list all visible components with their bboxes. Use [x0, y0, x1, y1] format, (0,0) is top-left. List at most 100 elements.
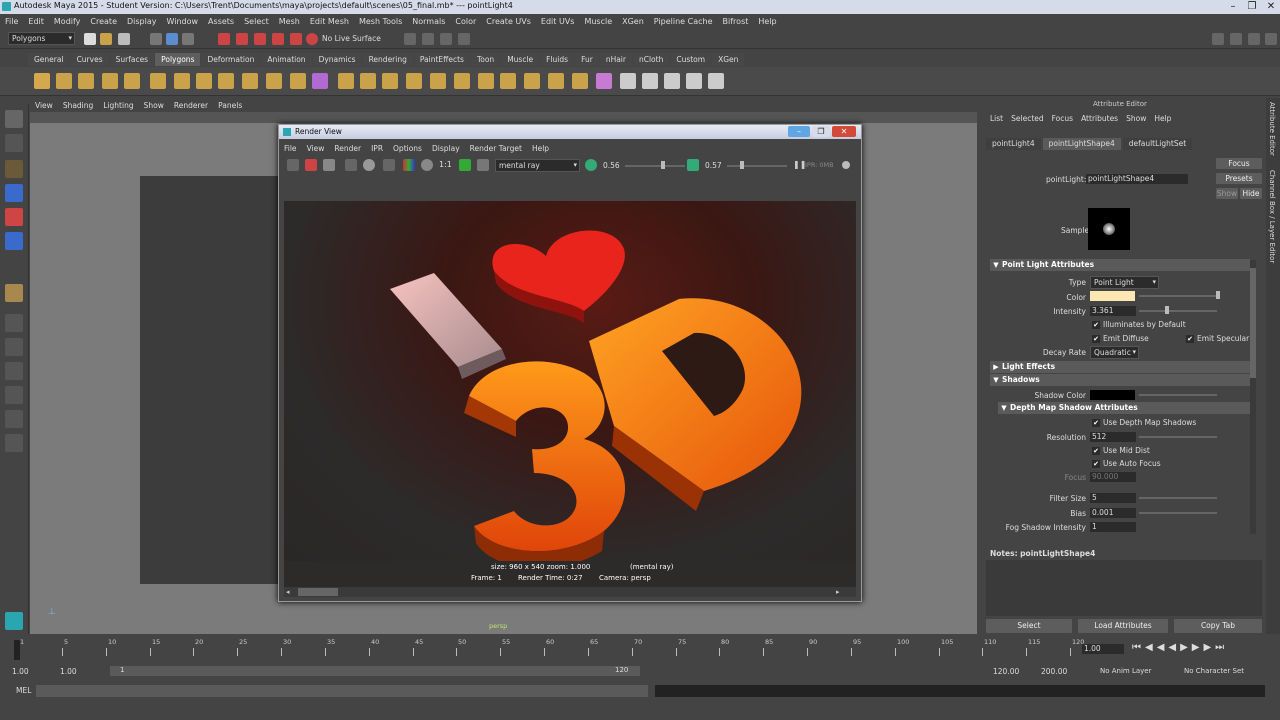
- viewport-menu-show[interactable]: Show: [139, 100, 169, 112]
- menu-bifrost[interactable]: Bifrost: [718, 17, 754, 26]
- split-poly-icon[interactable]: [500, 73, 516, 89]
- emit-specular-checkbox[interactable]: Emit Specular: [1186, 334, 1249, 343]
- smooth-icon[interactable]: [312, 73, 328, 89]
- menu-pipeline-cache[interactable]: Pipeline Cache: [649, 17, 718, 26]
- section-light-effects[interactable]: ▶ Light Effects: [990, 361, 1250, 373]
- color-slider-knob[interactable]: [1216, 291, 1220, 299]
- shelf-tab-fluids[interactable]: Fluids: [540, 53, 575, 66]
- anim-start-field[interactable]: 1.00: [12, 667, 29, 676]
- filter-size-slider[interactable]: [1139, 497, 1217, 499]
- shelf-tab-animation[interactable]: Animation: [261, 53, 312, 66]
- append-icon[interactable]: [382, 73, 398, 89]
- maya-home-icon[interactable]: [5, 612, 23, 630]
- insert-edge-loop-icon[interactable]: [454, 73, 470, 89]
- range-slider[interactable]: 1 120: [110, 666, 640, 676]
- shelf-tab-painteffects[interactable]: PaintEffects: [413, 53, 470, 66]
- shadow-color-swatch[interactable]: [1090, 390, 1135, 400]
- exposure-icon[interactable]: [585, 159, 597, 171]
- live-surface-label[interactable]: No Live Surface: [322, 34, 381, 43]
- bias-slider[interactable]: [1139, 512, 1217, 514]
- rotate-tool-icon[interactable]: [5, 208, 23, 226]
- menu-mesh[interactable]: Mesh: [274, 17, 305, 26]
- outliner-layout-icon[interactable]: [5, 434, 23, 452]
- maximize-button[interactable]: ❐: [1243, 0, 1261, 13]
- use-mid-dist-checkbox[interactable]: Use Mid Dist: [1092, 446, 1150, 455]
- ae-menu-focus[interactable]: Focus: [1048, 114, 1077, 123]
- intensity-field[interactable]: 3.361: [1090, 306, 1136, 316]
- magnet-icon[interactable]: [306, 33, 318, 45]
- select-tool-icon[interactable]: [5, 110, 23, 128]
- shelf-tab-surfaces[interactable]: Surfaces: [109, 53, 155, 66]
- uv-editor-icon[interactable]: [596, 73, 612, 89]
- filter-size-field[interactable]: 5: [1090, 493, 1136, 503]
- section-point-light[interactable]: ▼ Point Light Attributes: [990, 259, 1250, 271]
- bridge-icon[interactable]: [360, 73, 376, 89]
- menu-create-uvs[interactable]: Create UVs: [481, 17, 536, 26]
- resolution-field[interactable]: 512: [1090, 432, 1136, 442]
- rv-menu-help[interactable]: Help: [527, 143, 554, 155]
- last-tool-icon[interactable]: [5, 284, 23, 302]
- viewport-menu-shading[interactable]: Shading: [58, 100, 98, 112]
- checker-icon[interactable]: [620, 73, 636, 89]
- gamma-slider[interactable]: [727, 165, 787, 167]
- use-auto-focus-checkbox[interactable]: Use Auto Focus: [1092, 459, 1161, 468]
- shelf-tab-curves[interactable]: Curves: [70, 53, 109, 66]
- exposure-slider-knob[interactable]: [661, 161, 665, 169]
- rv-menu-view[interactable]: View: [302, 143, 330, 155]
- ae-scroll-thumb[interactable]: [1250, 268, 1256, 378]
- viewport-menu-panels[interactable]: Panels: [213, 100, 247, 112]
- rv-menu-display[interactable]: Display: [427, 143, 465, 155]
- rv-menu-render-target[interactable]: Render Target: [465, 143, 527, 155]
- menu-window[interactable]: Window: [162, 17, 204, 26]
- snap-curve-icon[interactable]: [236, 33, 248, 45]
- show-button[interactable]: Show: [1216, 188, 1238, 199]
- paint-select-icon[interactable]: [5, 160, 23, 178]
- intensity-slider-knob[interactable]: [1165, 306, 1169, 314]
- poly-helix-icon[interactable]: [242, 73, 258, 89]
- exposure-slider[interactable]: [625, 165, 685, 167]
- shelf-tab-general[interactable]: General: [28, 53, 70, 66]
- render-view-window[interactable]: Render View – ❐ ✕ File View Render IPR O…: [278, 124, 862, 602]
- menu-normals[interactable]: Normals: [407, 17, 450, 26]
- bias-field[interactable]: 0.001: [1090, 508, 1136, 518]
- color-swatch[interactable]: [1090, 291, 1135, 301]
- viewport-menu-renderer[interactable]: Renderer: [169, 100, 213, 112]
- illuminates-default-checkbox[interactable]: Illuminates by Default: [1092, 320, 1186, 329]
- poly-sphere-icon[interactable]: [34, 73, 50, 89]
- hypershade-layout-icon[interactable]: [5, 410, 23, 428]
- rv-menu-render[interactable]: Render: [329, 143, 366, 155]
- lasso-tool-icon[interactable]: [5, 134, 23, 152]
- refresh-icon[interactable]: [363, 159, 375, 171]
- focus-field[interactable]: 90.000: [1090, 472, 1136, 482]
- ipr-icon[interactable]: [305, 159, 317, 171]
- section-shadows[interactable]: ▼ Shadows: [990, 374, 1250, 386]
- snap-grid-icon[interactable]: [218, 33, 230, 45]
- snap-view-icon[interactable]: [272, 33, 284, 45]
- menu-edit[interactable]: Edit: [23, 17, 49, 26]
- resolution-slider[interactable]: [1139, 436, 1217, 438]
- menu-modify[interactable]: Modify: [49, 17, 86, 26]
- menu-muscle[interactable]: Muscle: [579, 17, 617, 26]
- viewport-menu-lighting[interactable]: Lighting: [98, 100, 138, 112]
- anim-end-field[interactable]: 200.00: [1041, 667, 1067, 676]
- poly-cone-icon[interactable]: [102, 73, 118, 89]
- poly-prism-icon[interactable]: [174, 73, 190, 89]
- shelf-tab-toon[interactable]: Toon: [470, 53, 501, 66]
- menu-create[interactable]: Create: [85, 17, 122, 26]
- playback-end-field[interactable]: 120.00: [993, 667, 1019, 676]
- character-set-dropdown[interactable]: No Character Set: [1184, 667, 1244, 675]
- light-type-dropdown[interactable]: Point Light: [1090, 276, 1159, 289]
- scroll-right-icon[interactable]: ▸: [836, 588, 840, 596]
- ae-menu-attributes[interactable]: Attributes: [1077, 114, 1122, 123]
- select-object-icon[interactable]: [166, 33, 178, 45]
- node-name-field[interactable]: pointLightShape4: [1086, 174, 1188, 184]
- decay-rate-dropdown[interactable]: Quadratic: [1090, 346, 1139, 359]
- shelf-tab-xgen[interactable]: XGen: [712, 53, 745, 66]
- side-tab-channel-box[interactable]: Channel Box / Layer Editor: [1268, 170, 1276, 263]
- spherical-map-icon[interactable]: [686, 73, 702, 89]
- gamma-icon[interactable]: [687, 159, 699, 171]
- collapse-icon[interactable]: [548, 73, 564, 89]
- snapshot-icon[interactable]: [323, 159, 335, 171]
- single-view-icon[interactable]: [5, 314, 23, 332]
- planar-map-icon[interactable]: [642, 73, 658, 89]
